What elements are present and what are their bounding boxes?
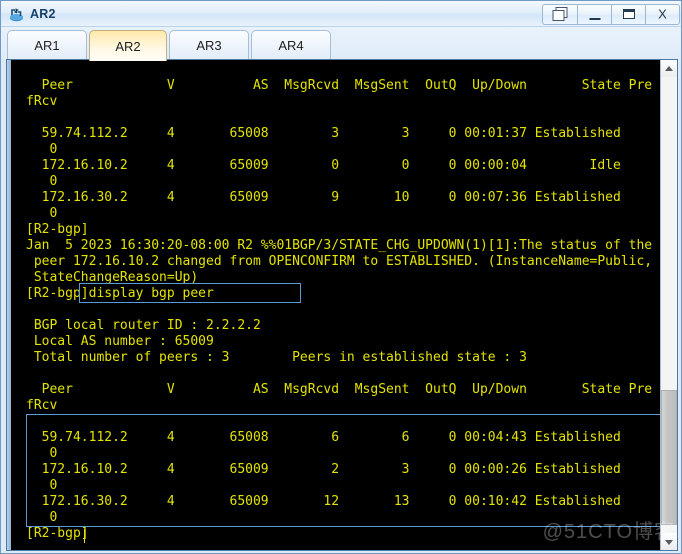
- emulator-window: AR2 X AR1 AR2 AR3 AR4 Peer V AS MsgRcvd …: [0, 0, 682, 554]
- window-controls: X: [542, 3, 680, 25]
- scroll-up-icon: [665, 65, 673, 71]
- terminal-line: [R2-bgp]: [26, 222, 89, 237]
- terminal-panel: Peer V AS MsgRcvd MsgSent OutQ Up/Down S…: [6, 59, 678, 551]
- terminal-line: BGP local router ID : 2.2.2.2: [26, 318, 261, 333]
- terminal-line: Peer V AS MsgRcvd MsgSent OutQ Up/Down S…: [26, 78, 653, 93]
- tab-strip: AR1 AR2 AR3 AR4: [1, 27, 681, 61]
- terminal-line: 59.74.112.2 4 65008 6 6 0 00:04:43 Estab…: [26, 430, 621, 445]
- minimize-icon: [589, 18, 600, 20]
- terminal-line: 0: [26, 478, 58, 493]
- terminal-line: fRcv: [26, 398, 58, 413]
- scroll-down-button[interactable]: [661, 533, 677, 550]
- terminal-left-bevel: [7, 60, 11, 550]
- terminal-line: 0: [26, 206, 58, 221]
- tab-ar1[interactable]: AR1: [7, 30, 87, 59]
- close-icon: X: [658, 6, 667, 22]
- terminal-line: 172.16.30.2 4 65009 9 10 0 00:07:36 Esta…: [26, 190, 621, 205]
- terminal-line: StateChangeReason=Up): [26, 270, 199, 285]
- terminal-line: 0: [26, 446, 58, 461]
- terminal-line: 172.16.10.2 4 65009 2 3 0 00:00:26 Estab…: [26, 462, 621, 477]
- text-cursor: [84, 529, 85, 543]
- terminal-line: fRcv: [26, 94, 58, 109]
- tab-label: AR2: [115, 38, 141, 54]
- cascade-icon: [552, 7, 568, 21]
- tab-ar3[interactable]: AR3: [169, 30, 249, 59]
- tab-ar4[interactable]: AR4: [251, 30, 331, 59]
- title-bar: AR2 X: [1, 1, 681, 27]
- terminal-line: 0: [26, 142, 58, 157]
- terminal-line: 172.16.10.2 4 65009 0 0 0 00:00:04 Idle: [26, 158, 621, 173]
- terminal-line: Jan 5 2023 16:30:20-08:00 R2 %%01BGP/3/S…: [26, 238, 653, 253]
- maximize-icon: [622, 9, 635, 19]
- scroll-up-button[interactable]: [661, 60, 677, 77]
- cascade-button[interactable]: [542, 3, 578, 25]
- terminal-line: 0: [26, 510, 58, 525]
- terminal-console[interactable]: Peer V AS MsgRcvd MsgSent OutQ Up/Down S…: [12, 60, 662, 550]
- tab-label: AR3: [196, 37, 222, 53]
- router-icon: [8, 6, 25, 23]
- minimize-button[interactable]: [578, 3, 612, 25]
- scroll-down-icon: [665, 539, 673, 545]
- close-button[interactable]: X: [646, 3, 680, 25]
- terminal-scrollbar[interactable]: [660, 60, 677, 550]
- maximize-button[interactable]: [612, 3, 646, 25]
- terminal-line: 172.16.30.2 4 65009 12 13 0 00:10:42 Est…: [26, 494, 621, 509]
- tab-ar2[interactable]: AR2: [89, 30, 167, 61]
- terminal-line: peer 172.16.10.2 changed from OPENCONFIR…: [26, 254, 653, 269]
- terminal-line: Peer V AS MsgRcvd MsgSent OutQ Up/Down S…: [26, 382, 653, 397]
- terminal-line: 59.74.112.2 4 65008 3 3 0 00:01:37 Estab…: [26, 126, 621, 141]
- tab-label: AR1: [34, 37, 60, 53]
- terminal-line: [R2-bgp]display bgp peer: [26, 286, 214, 301]
- terminal-line: Total number of peers : 3 Peers in estab…: [26, 350, 527, 365]
- terminal-line: 0: [26, 174, 58, 189]
- terminal-line: Local AS number : 65009: [26, 334, 214, 349]
- terminal-line: [R2-bgp]: [26, 526, 89, 541]
- window-title: AR2: [30, 6, 56, 21]
- title-bar-left: AR2: [8, 4, 56, 24]
- scrollbar-thumb[interactable]: [661, 390, 677, 525]
- tab-label: AR4: [278, 37, 304, 53]
